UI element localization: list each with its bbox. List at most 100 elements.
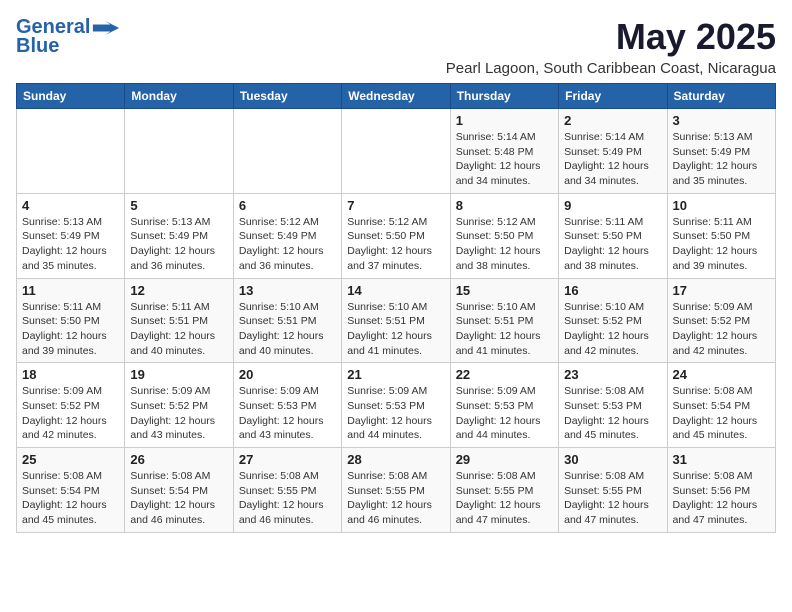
- calendar-cell: 26 Sunrise: 5:08 AM Sunset: 5:54 PM Dayli…: [125, 448, 233, 533]
- day-number: 14: [347, 283, 444, 298]
- day-info: Sunrise: 5:09 AM Sunset: 5:53 PM Dayligh…: [347, 384, 444, 443]
- day-info: Sunrise: 5:10 AM Sunset: 5:51 PM Dayligh…: [347, 300, 444, 359]
- page-header: General Blue May 2025 Pearl Lagoon, Sout…: [16, 16, 776, 77]
- weekday-header-saturday: Saturday: [667, 84, 775, 109]
- calendar-cell: 30 Sunrise: 5:08 AM Sunset: 5:55 PM Dayli…: [559, 448, 667, 533]
- day-number: 19: [130, 367, 227, 382]
- day-number: 3: [673, 113, 770, 128]
- day-info: Sunrise: 5:11 AM Sunset: 5:50 PM Dayligh…: [22, 300, 119, 359]
- day-number: 15: [456, 283, 553, 298]
- calendar-cell: 22 Sunrise: 5:09 AM Sunset: 5:53 PM Dayli…: [450, 363, 558, 448]
- calendar-week-5: 25 Sunrise: 5:08 AM Sunset: 5:54 PM Dayli…: [17, 448, 776, 533]
- day-number: 8: [456, 198, 553, 213]
- day-number: 13: [239, 283, 336, 298]
- calendar-cell: 6Sunrise: 5:12 AM Sunset: 5:49 PM Daylig…: [233, 193, 341, 278]
- day-number: 9: [564, 198, 661, 213]
- day-number: 22: [456, 367, 553, 382]
- calendar-cell: 24 Sunrise: 5:08 AM Sunset: 5:54 PM Dayli…: [667, 363, 775, 448]
- day-info: Sunrise: 5:08 AM Sunset: 5:53 PM Dayligh…: [564, 384, 661, 443]
- day-info: Sunrise: 5:08 AM Sunset: 5:56 PM Dayligh…: [673, 469, 770, 528]
- calendar-cell: 1 Sunrise: 5:14 AM Sunset: 5:48 PM Daylig…: [450, 109, 558, 194]
- day-number: 30: [564, 452, 661, 467]
- calendar-cell: 5 Sunrise: 5:13 AM Sunset: 5:49 PM Daylig…: [125, 193, 233, 278]
- day-info: Sunrise: 5:13 AM Sunset: 5:49 PM Dayligh…: [673, 130, 770, 189]
- day-number: 2: [564, 113, 661, 128]
- calendar-cell: 14 Sunrise: 5:10 AM Sunset: 5:51 PM Dayli…: [342, 278, 450, 363]
- calendar-cell: [233, 109, 341, 194]
- calendar-cell: 8 Sunrise: 5:12 AM Sunset: 5:50 PM Daylig…: [450, 193, 558, 278]
- day-number: 25: [22, 452, 119, 467]
- day-info: Sunrise: 5:08 AM Sunset: 5:55 PM Dayligh…: [239, 469, 336, 528]
- calendar-cell: 7 Sunrise: 5:12 AM Sunset: 5:50 PM Daylig…: [342, 193, 450, 278]
- day-info: Sunrise: 5:13 AM Sunset: 5:49 PM Dayligh…: [130, 215, 227, 274]
- calendar-table: SundayMondayTuesdayWednesdayThursdayFrid…: [16, 83, 776, 533]
- day-info: Sunrise: 5:10 AM Sunset: 5:51 PM Dayligh…: [456, 300, 553, 359]
- calendar-cell: 21 Sunrise: 5:09 AM Sunset: 5:53 PM Dayli…: [342, 363, 450, 448]
- calendar-week-1: 1 Sunrise: 5:14 AM Sunset: 5:48 PM Daylig…: [17, 109, 776, 194]
- calendar-cell: 3 Sunrise: 5:13 AM Sunset: 5:49 PM Daylig…: [667, 109, 775, 194]
- day-info: Sunrise: 5:11 AM Sunset: 5:50 PM Dayligh…: [564, 215, 661, 274]
- day-number: 10: [673, 198, 770, 213]
- day-number: 18: [22, 367, 119, 382]
- day-number: 7: [347, 198, 444, 213]
- day-number: 23: [564, 367, 661, 382]
- weekday-header-monday: Monday: [125, 84, 233, 109]
- calendar-cell: 4Sunrise: 5:13 AM Sunset: 5:49 PM Daylig…: [17, 193, 125, 278]
- day-number: 1: [456, 113, 553, 128]
- day-number: 16: [564, 283, 661, 298]
- calendar-cell: 28Sunrise: 5:08 AM Sunset: 5:55 PM Dayli…: [342, 448, 450, 533]
- calendar-cell: [342, 109, 450, 194]
- calendar-cell: 18 Sunrise: 5:09 AM Sunset: 5:52 PM Dayli…: [17, 363, 125, 448]
- day-info: Sunrise: 5:08 AM Sunset: 5:54 PM Dayligh…: [673, 384, 770, 443]
- logo-blue-text: Blue: [16, 35, 59, 58]
- day-number: 20: [239, 367, 336, 382]
- day-number: 24: [673, 367, 770, 382]
- day-number: 27: [239, 452, 336, 467]
- day-info: Sunrise: 5:12 AM Sunset: 5:50 PM Dayligh…: [456, 215, 553, 274]
- day-info: Sunrise: 5:09 AM Sunset: 5:52 PM Dayligh…: [130, 384, 227, 443]
- day-info: Sunrise: 5:10 AM Sunset: 5:51 PM Dayligh…: [239, 300, 336, 359]
- page-subtitle: Pearl Lagoon, South Caribbean Coast, Nic…: [446, 60, 776, 77]
- day-info: Sunrise: 5:08 AM Sunset: 5:54 PM Dayligh…: [130, 469, 227, 528]
- calendar-cell: [17, 109, 125, 194]
- day-info: Sunrise: 5:09 AM Sunset: 5:52 PM Dayligh…: [673, 300, 770, 359]
- day-number: 5: [130, 198, 227, 213]
- title-area: May 2025 Pearl Lagoon, South Caribbean C…: [446, 16, 776, 77]
- calendar-cell: 31Sunrise: 5:08 AM Sunset: 5:56 PM Dayli…: [667, 448, 775, 533]
- day-info: Sunrise: 5:08 AM Sunset: 5:54 PM Dayligh…: [22, 469, 119, 528]
- logo-icon: [92, 21, 120, 35]
- calendar-cell: 12Sunrise: 5:11 AM Sunset: 5:51 PM Dayli…: [125, 278, 233, 363]
- day-info: Sunrise: 5:09 AM Sunset: 5:52 PM Dayligh…: [22, 384, 119, 443]
- day-info: Sunrise: 5:09 AM Sunset: 5:53 PM Dayligh…: [456, 384, 553, 443]
- weekday-header-sunday: Sunday: [17, 84, 125, 109]
- calendar-cell: 11 Sunrise: 5:11 AM Sunset: 5:50 PM Dayli…: [17, 278, 125, 363]
- logo: General Blue: [16, 16, 120, 58]
- day-info: Sunrise: 5:11 AM Sunset: 5:50 PM Dayligh…: [673, 215, 770, 274]
- calendar-cell: 16Sunrise: 5:10 AM Sunset: 5:52 PM Dayli…: [559, 278, 667, 363]
- day-number: 4: [22, 198, 119, 213]
- day-number: 11: [22, 283, 119, 298]
- day-info: Sunrise: 5:11 AM Sunset: 5:51 PM Dayligh…: [130, 300, 227, 359]
- calendar-header-row: SundayMondayTuesdayWednesdayThursdayFrid…: [17, 84, 776, 109]
- day-info: Sunrise: 5:09 AM Sunset: 5:53 PM Dayligh…: [239, 384, 336, 443]
- day-number: 21: [347, 367, 444, 382]
- calendar-cell: 17 Sunrise: 5:09 AM Sunset: 5:52 PM Dayli…: [667, 278, 775, 363]
- calendar-cell: 13 Sunrise: 5:10 AM Sunset: 5:51 PM Dayli…: [233, 278, 341, 363]
- day-info: Sunrise: 5:08 AM Sunset: 5:55 PM Dayligh…: [347, 469, 444, 528]
- calendar-cell: 29 Sunrise: 5:08 AM Sunset: 5:55 PM Dayli…: [450, 448, 558, 533]
- day-number: 26: [130, 452, 227, 467]
- calendar-week-4: 18 Sunrise: 5:09 AM Sunset: 5:52 PM Dayli…: [17, 363, 776, 448]
- day-number: 29: [456, 452, 553, 467]
- calendar-cell: 10 Sunrise: 5:11 AM Sunset: 5:50 PM Dayli…: [667, 193, 775, 278]
- day-info: Sunrise: 5:12 AM Sunset: 5:49 PM Dayligh…: [239, 215, 336, 274]
- weekday-header-thursday: Thursday: [450, 84, 558, 109]
- calendar-cell: 20 Sunrise: 5:09 AM Sunset: 5:53 PM Dayli…: [233, 363, 341, 448]
- calendar-cell: [125, 109, 233, 194]
- day-number: 17: [673, 283, 770, 298]
- calendar-week-2: 4 Sunrise: 5:13 AM Sunset: 5:49 PM Daylig…: [17, 193, 776, 278]
- day-info: Sunrise: 5:12 AM Sunset: 5:50 PM Dayligh…: [347, 215, 444, 274]
- day-info: Sunrise: 5:08 AM Sunset: 5:55 PM Dayligh…: [456, 469, 553, 528]
- calendar-cell: 9 Sunrise: 5:11 AM Sunset: 5:50 PM Daylig…: [559, 193, 667, 278]
- day-info: Sunrise: 5:08 AM Sunset: 5:55 PM Dayligh…: [564, 469, 661, 528]
- day-info: Sunrise: 5:14 AM Sunset: 5:48 PM Dayligh…: [456, 130, 553, 189]
